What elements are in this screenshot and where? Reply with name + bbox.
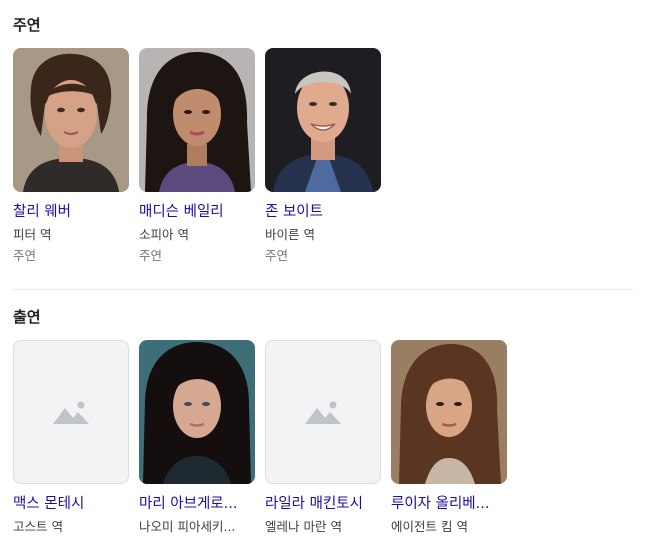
credit-type: 주연: [265, 248, 289, 263]
image-placeholder-icon: [53, 401, 89, 424]
actor-name[interactable]: 라일라 매킨토시: [265, 494, 381, 514]
character-role: 소피아 역: [139, 227, 189, 242]
actor-name[interactable]: 마리 아브게로...: [139, 494, 255, 514]
image-placeholder[interactable]: [265, 340, 381, 484]
actor-name[interactable]: 찰리 웨버: [13, 202, 129, 222]
section-divider: [13, 289, 633, 290]
cast-card-main-3[interactable]: 존 보이트 바이른 역 주연: [265, 48, 381, 265]
character-role: 고스트 역: [13, 519, 63, 534]
character-role: 엘레나 마란 역: [265, 519, 342, 534]
image-placeholder[interactable]: [13, 340, 129, 484]
actor-photo[interactable]: [265, 48, 381, 192]
cast-card-supporting-2[interactable]: 마리 아브게로... 나오미 피아세키...: [139, 340, 255, 536]
main-cast-heading: 주연: [13, 16, 41, 34]
actor-photo[interactable]: [139, 340, 255, 484]
actor-photo[interactable]: [13, 48, 129, 192]
cast-card-main-2[interactable]: 매디슨 베일리 소피아 역 주연: [139, 48, 255, 265]
supporting-cast-section: 출연 맥스 몬테시 고스트 역 마리 아브게로... 나오미 피아세키... 라…: [13, 306, 633, 534]
supporting-cast-heading: 출연: [13, 308, 41, 326]
character-role: 피터 역: [13, 227, 52, 242]
character-role: 나오미 피아세키...: [139, 519, 236, 534]
cast-card-supporting-3[interactable]: 라일라 매킨토시 엘레나 마란 역: [265, 340, 381, 536]
cast-card-supporting-1[interactable]: 맥스 몬테시 고스트 역: [13, 340, 129, 536]
main-cast-section: 주연 찰리 웨버 피터 역 주연 매디슨 베일리 소피아 역 주연 존 보이트 …: [13, 14, 633, 263]
character-role: 바이른 역: [265, 227, 315, 242]
actor-name[interactable]: 존 보이트: [265, 202, 381, 222]
credit-type: 주연: [13, 248, 37, 263]
image-placeholder-icon: [305, 401, 341, 424]
main-cast-list: 찰리 웨버 피터 역 주연 매디슨 베일리 소피아 역 주연 존 보이트 바이른…: [13, 48, 381, 265]
actor-photo[interactable]: [139, 48, 255, 192]
cast-card-main-1[interactable]: 찰리 웨버 피터 역 주연: [13, 48, 129, 265]
character-role: 에이전트 킴 역: [391, 519, 468, 534]
actor-photo[interactable]: [391, 340, 507, 484]
actor-name[interactable]: 매디슨 베일리: [139, 202, 255, 222]
cast-card-supporting-4[interactable]: 루이자 올리베... 에이전트 킴 역: [391, 340, 507, 536]
credit-type: 주연: [139, 248, 163, 263]
supporting-cast-list: 맥스 몬테시 고스트 역 마리 아브게로... 나오미 피아세키... 라일라 …: [13, 340, 507, 536]
actor-name[interactable]: 루이자 올리베...: [391, 494, 507, 514]
actor-name[interactable]: 맥스 몬테시: [13, 494, 129, 514]
